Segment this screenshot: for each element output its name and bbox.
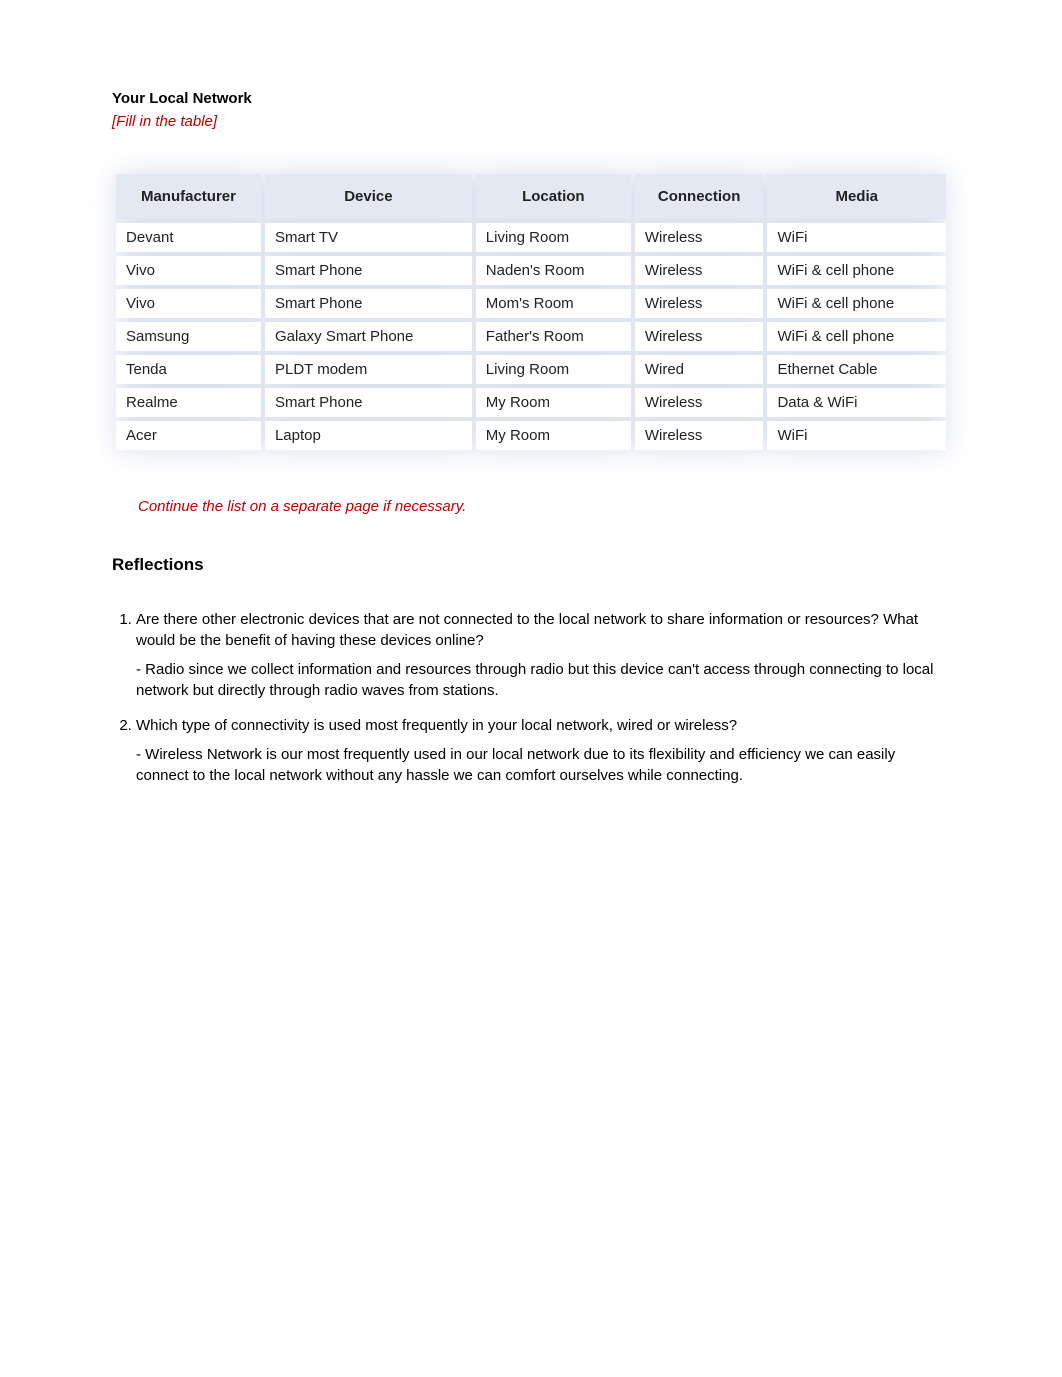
cell-manufacturer: Acer — [116, 421, 261, 450]
cell-media: WiFi & cell phone — [767, 289, 946, 318]
cell-location: Father's Room — [476, 322, 631, 351]
cell-media: WiFi & cell phone — [767, 322, 946, 351]
table-header-row: Manufacturer Device Location Connection … — [116, 174, 946, 219]
table-row: Vivo Smart Phone Naden's Room Wireless W… — [116, 256, 946, 285]
network-table: Manufacturer Device Location Connection … — [112, 170, 950, 454]
cell-media: WiFi & cell phone — [767, 256, 946, 285]
reflections-heading: Reflections — [112, 555, 950, 575]
cell-location: Naden's Room — [476, 256, 631, 285]
table-row: Samsung Galaxy Smart Phone Father's Room… — [116, 322, 946, 351]
cell-location: Living Room — [476, 355, 631, 384]
cell-connection: Wireless — [635, 289, 764, 318]
network-table-wrap: Manufacturer Device Location Connection … — [112, 170, 950, 454]
table-row: Acer Laptop My Room Wireless WiFi — [116, 421, 946, 450]
table-row: Realme Smart Phone My Room Wireless Data… — [116, 388, 946, 417]
cell-manufacturer: Vivo — [116, 256, 261, 285]
cell-device: PLDT modem — [265, 355, 472, 384]
col-manufacturer: Manufacturer — [116, 174, 261, 219]
table-row: Vivo Smart Phone Mom's Room Wireless WiF… — [116, 289, 946, 318]
cell-device: Galaxy Smart Phone — [265, 322, 472, 351]
reflection-item: Which type of connectivity is used most … — [136, 715, 950, 786]
cell-location: Living Room — [476, 223, 631, 252]
cell-media: WiFi — [767, 223, 946, 252]
page-title: Your Local Network — [112, 90, 950, 107]
col-device: Device — [265, 174, 472, 219]
cell-manufacturer: Vivo — [116, 289, 261, 318]
reflection-question: Are there other electronic devices that … — [136, 609, 950, 651]
reflection-answer: - Radio since we collect information and… — [136, 659, 950, 701]
cell-device: Smart TV — [265, 223, 472, 252]
reflection-item: Are there other electronic devices that … — [136, 609, 950, 701]
cell-location: My Room — [476, 421, 631, 450]
cell-connection: Wireless — [635, 322, 764, 351]
cell-connection: Wired — [635, 355, 764, 384]
continue-note: Continue the list on a separate page if … — [138, 498, 950, 515]
cell-device: Smart Phone — [265, 388, 472, 417]
cell-manufacturer: Samsung — [116, 322, 261, 351]
instruction-text: [Fill in the table] — [112, 113, 950, 130]
cell-manufacturer: Realme — [116, 388, 261, 417]
cell-connection: Wireless — [635, 388, 764, 417]
table-row: Devant Smart TV Living Room Wireless WiF… — [116, 223, 946, 252]
cell-media: Ethernet Cable — [767, 355, 946, 384]
reflections-list: Are there other electronic devices that … — [112, 609, 950, 786]
cell-connection: Wireless — [635, 421, 764, 450]
col-connection: Connection — [635, 174, 764, 219]
cell-location: Mom's Room — [476, 289, 631, 318]
cell-media: Data & WiFi — [767, 388, 946, 417]
col-media: Media — [767, 174, 946, 219]
table-row: Tenda PLDT modem Living Room Wired Ether… — [116, 355, 946, 384]
cell-device: Smart Phone — [265, 256, 472, 285]
cell-device: Smart Phone — [265, 289, 472, 318]
cell-manufacturer: Devant — [116, 223, 261, 252]
cell-location: My Room — [476, 388, 631, 417]
cell-connection: Wireless — [635, 223, 764, 252]
col-location: Location — [476, 174, 631, 219]
cell-manufacturer: Tenda — [116, 355, 261, 384]
cell-device: Laptop — [265, 421, 472, 450]
reflection-answer: - Wireless Network is our most frequentl… — [136, 744, 950, 786]
cell-connection: Wireless — [635, 256, 764, 285]
cell-media: WiFi — [767, 421, 946, 450]
reflection-question: Which type of connectivity is used most … — [136, 715, 950, 736]
